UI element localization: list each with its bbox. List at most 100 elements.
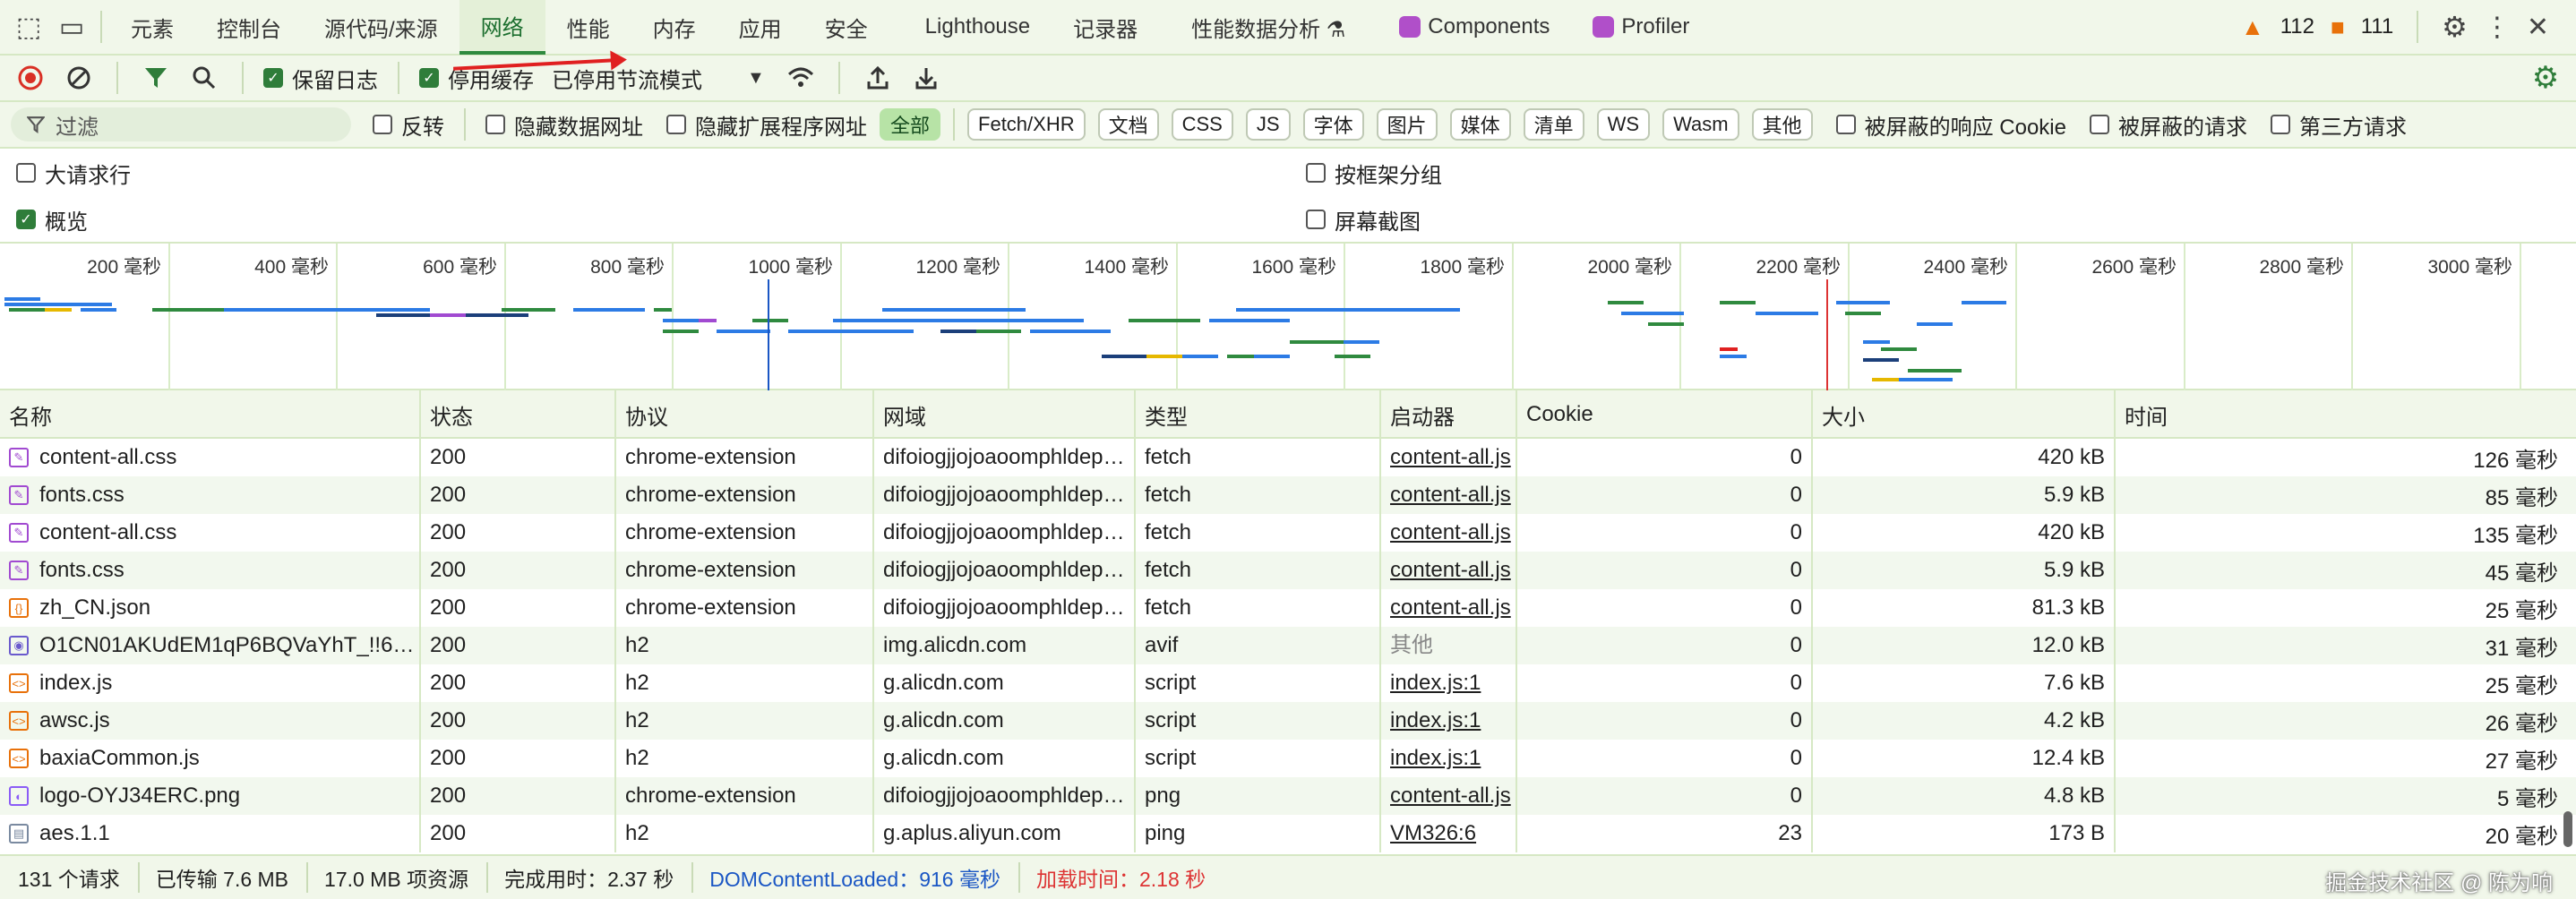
search-icon[interactable] xyxy=(186,60,222,96)
cell-initiator[interactable]: index.js:1 xyxy=(1381,664,1517,702)
tab-lighthouse[interactable]: Lighthouse xyxy=(889,0,1052,55)
table-row[interactable]: ▤ aes.1.1 200 h2 g.aplus.aliyun.com ping VM326… xyxy=(0,815,2576,852)
type-filter-wasm[interactable]: Wasm xyxy=(1662,108,1739,141)
filter-input[interactable]: 过滤 xyxy=(11,107,351,141)
overview-request-bar xyxy=(1102,355,1146,358)
tab-security[interactable]: 安全 xyxy=(803,0,889,55)
cell-initiator[interactable]: index.js:1 xyxy=(1381,740,1517,777)
type-filter-fetch-xhr[interactable]: Fetch/XHR xyxy=(967,108,1086,141)
tab-elements[interactable]: 元素 xyxy=(109,0,195,55)
tab-profiler[interactable]: Profiler xyxy=(1571,0,1711,55)
third-party-checkbox[interactable]: 第三方请求 xyxy=(2270,109,2407,141)
table-row[interactable]: ✎ fonts.css 200 chrome-extension difoiogjjoj… xyxy=(0,476,2576,514)
cell-initiator[interactable]: content-all.js xyxy=(1381,439,1517,476)
table-scrollbar[interactable] xyxy=(2563,811,2572,847)
cell-initiator[interactable]: VM326:6 xyxy=(1381,815,1517,852)
issues-counter[interactable]: ▲ 112 ■ 111 ⚙ ⋮ ✕ xyxy=(2241,10,2576,44)
tab-network[interactable]: 网络 xyxy=(459,0,545,55)
overview-checkbox[interactable]: ✓ 概览 xyxy=(16,204,88,235)
overview-request-bar xyxy=(1863,358,1899,362)
tab-console[interactable]: 控制台 xyxy=(195,0,303,55)
cell-initiator: 其他 xyxy=(1381,627,1517,664)
tab-performance[interactable]: 性能 xyxy=(545,0,631,55)
overview-request-bar xyxy=(81,308,116,312)
request-name: O1CN01AKUdEM1qP6BQVaYhT_!!6000000005488-… xyxy=(39,633,419,657)
screenshots-checkbox[interactable]: 屏幕截图 xyxy=(1306,204,1421,235)
clear-icon[interactable] xyxy=(61,60,97,96)
type-filter-css[interactable]: CSS xyxy=(1171,108,1233,141)
export-har-icon[interactable] xyxy=(908,60,944,96)
cell-initiator[interactable]: content-all.js xyxy=(1381,777,1517,815)
table-row[interactable]: ◐ logo-OYJ34ERC.png 200 chrome-extension dif… xyxy=(0,777,2576,815)
column-type[interactable]: 类型 xyxy=(1136,390,1381,439)
hide-extension-urls-checkbox[interactable]: 隐藏扩展程序网址 xyxy=(666,109,867,141)
column-name[interactable]: 名称 xyxy=(0,390,421,439)
cell-initiator[interactable]: content-all.js xyxy=(1381,552,1517,589)
cell-initiator[interactable]: content-all.js xyxy=(1381,514,1517,552)
column-size[interactable]: 大小 xyxy=(1813,390,2116,439)
column-status[interactable]: 状态 xyxy=(421,390,616,439)
cell-initiator[interactable]: index.js:1 xyxy=(1381,702,1517,740)
tab-sources[interactable]: 源代码/来源 xyxy=(303,0,459,55)
overview-request-bar xyxy=(1863,340,1890,344)
settings-gear-icon[interactable]: ⚙ xyxy=(2442,10,2468,44)
group-by-frame-checkbox[interactable]: 按框架分组 xyxy=(1306,158,1442,189)
type-filter-font[interactable]: 字体 xyxy=(1302,108,1364,141)
table-row[interactable]: <> index.js 200 h2 g.alicdn.com script index.j… xyxy=(0,664,2576,702)
watermark: 掘金技术社区 @ 陈为响 xyxy=(2325,871,2553,895)
tab-recorder[interactable]: 记录器 xyxy=(1052,0,1159,55)
table-row[interactable]: ◉ O1CN01AKUdEM1qP6BQVaYhT_!!6000000005488… xyxy=(0,627,2576,664)
column-cookie[interactable]: Cookie xyxy=(1517,390,1813,439)
throttling-select[interactable]: 已停用节流模式 ▼ xyxy=(552,63,765,94)
inspect-element-icon[interactable]: ⬚ xyxy=(7,0,50,55)
tab-memory[interactable]: 内存 xyxy=(631,0,717,55)
filter-funnel-icon[interactable] xyxy=(138,60,174,96)
tab-application[interactable]: 应用 xyxy=(717,0,803,55)
close-devtools-icon[interactable]: ✕ xyxy=(2527,12,2549,43)
type-filter-media[interactable]: 媒体 xyxy=(1449,108,1511,141)
import-har-icon[interactable] xyxy=(860,60,896,96)
column-protocol[interactable]: 协议 xyxy=(616,390,874,439)
column-domain[interactable]: 网域 xyxy=(874,390,1136,439)
css-file-icon: ✎ xyxy=(9,561,29,580)
overview-request-bar xyxy=(1608,301,1644,304)
type-filter-doc[interactable]: 文档 xyxy=(1097,108,1159,141)
network-settings-gear-icon[interactable]: ⚙ xyxy=(2528,60,2563,96)
blocked-cookies-checkbox[interactable]: 被屏蔽的响应 Cookie xyxy=(1835,109,2066,141)
network-conditions-icon[interactable] xyxy=(783,60,819,96)
type-filter-other[interactable]: 其他 xyxy=(1751,108,1813,141)
type-filter-js[interactable]: JS xyxy=(1245,108,1291,141)
big-request-rows-checkbox[interactable]: 大请求行 xyxy=(16,158,131,189)
table-row[interactable]: <> awsc.js 200 h2 g.alicdn.com script index.js… xyxy=(0,702,2576,740)
invert-checkbox[interactable]: 反转 xyxy=(373,109,444,141)
cell-type: avif xyxy=(1136,627,1381,664)
tab-performance-insights[interactable]: 性能数据分析 ⚗ xyxy=(1159,0,1367,55)
network-overview-timeline[interactable]: 200 毫秒 400 毫秒 600 毫秒 800 毫秒 1000 毫秒 1200 毫秒 14… xyxy=(0,244,2576,390)
type-filter-manifest[interactable]: 清单 xyxy=(1523,108,1584,141)
overview-request-bar xyxy=(45,308,72,312)
type-filter-all[interactable]: 全部 xyxy=(880,108,941,141)
column-initiator[interactable]: 启动器 xyxy=(1381,390,1517,439)
cell-initiator[interactable]: content-all.js xyxy=(1381,589,1517,627)
table-row[interactable]: <> baxiaCommon.js 200 h2 g.alicdn.com script i… xyxy=(0,740,2576,777)
error-count: 111 xyxy=(2360,14,2394,39)
more-options-icon[interactable]: ⋮ xyxy=(2484,12,2511,43)
table-row[interactable]: ✎ content-all.css 200 chrome-extension difoi… xyxy=(0,439,2576,476)
stop-recording-icon[interactable] xyxy=(13,60,48,96)
overview-request-bar xyxy=(4,297,40,301)
table-row[interactable]: {} zh_CN.json 200 chrome-extension difoiogjj… xyxy=(0,589,2576,627)
table-row[interactable]: ✎ fonts.css 200 chrome-extension difoiogjjoj… xyxy=(0,552,2576,589)
cell-cookie: 0 xyxy=(1517,552,1813,589)
table-row[interactable]: ✎ content-all.css 200 chrome-extension difoi… xyxy=(0,514,2576,552)
cell-initiator[interactable]: content-all.js xyxy=(1381,476,1517,514)
type-filter-ws[interactable]: WS xyxy=(1596,108,1651,141)
blocked-requests-checkbox[interactable]: 被屏蔽的请求 xyxy=(2089,109,2247,141)
column-time[interactable]: 时间 xyxy=(2116,390,2576,439)
device-toolbar-icon[interactable]: ▭ xyxy=(50,0,93,55)
preserve-log-checkbox[interactable]: ✓ 保留日志 xyxy=(263,63,378,94)
cell-type: png xyxy=(1136,777,1381,815)
tab-components[interactable]: Components xyxy=(1367,0,1571,55)
checkbox-icon xyxy=(2089,115,2109,134)
hide-data-urls-checkbox[interactable]: 隐藏数据网址 xyxy=(485,109,643,141)
type-filter-img[interactable]: 图片 xyxy=(1376,108,1438,141)
